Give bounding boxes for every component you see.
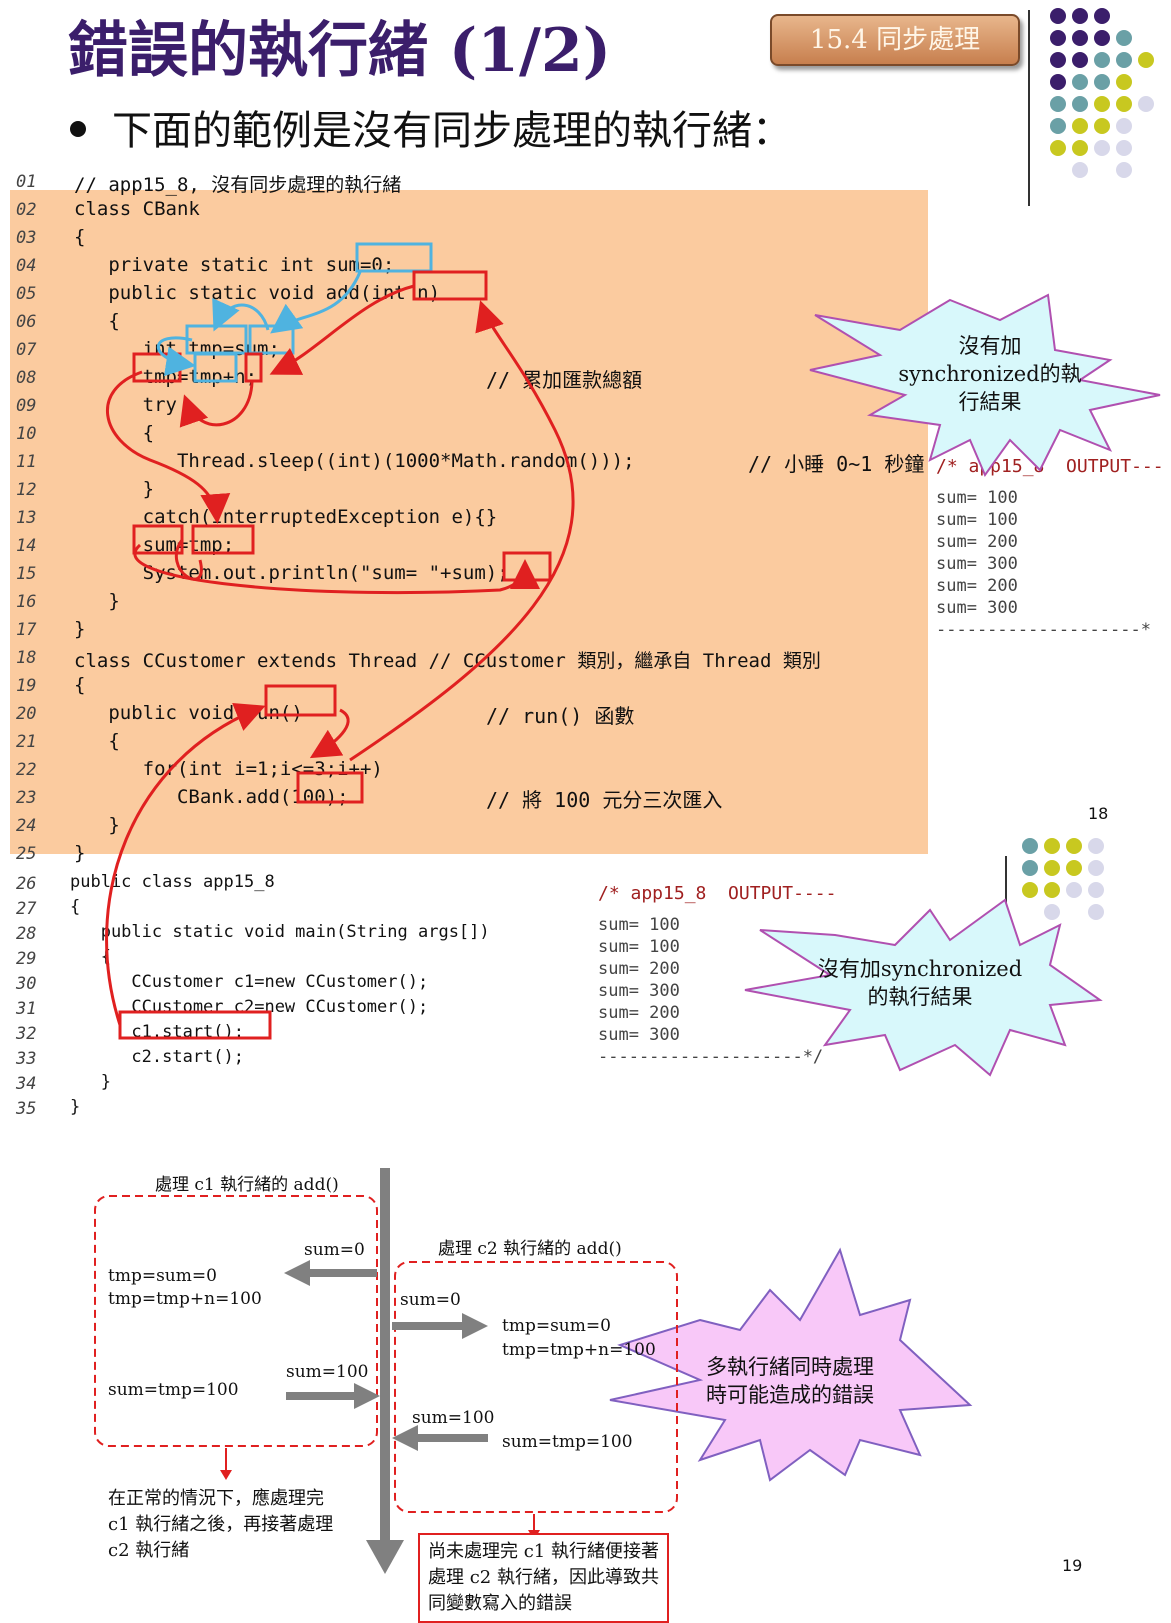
c1-step2: tmp=tmp+n=100 (108, 1289, 262, 1309)
c1-step3: sum=tmp=100 (108, 1380, 239, 1400)
burst-1-text: 沒有加 synchronized的執 行結果 (898, 334, 1082, 414)
note-normal: 在正常的情況下，應處理完 c1 執行緒之後，再接著處理 c2 執行緒 (108, 1488, 334, 1561)
c1-sum0: sum=0 (304, 1240, 365, 1260)
red-flow-arrows (105, 284, 575, 1026)
c2-sum0: sum=0 (400, 1290, 461, 1310)
note-error: 尚未處理完 c1 執行緒便接著 處理 c2 執行緒，因此導致共 同變數寫入的錯誤 (418, 1533, 669, 1623)
c1-sum100: sum=100 (286, 1362, 369, 1382)
burst-3-text: 多執行緒同時處理 時可能造成的錯誤 (706, 1355, 874, 1407)
c1-label: 處理 c1 執行緒的 add() (155, 1175, 339, 1195)
annotation-layer (94, 242, 1161, 1574)
c2-label: 處理 c2 執行緒的 add() (438, 1239, 622, 1259)
c2-step1: tmp=sum=0 (502, 1316, 611, 1336)
c2-step3: sum=tmp=100 (502, 1432, 633, 1452)
c2-sum100: sum=100 (412, 1408, 495, 1428)
red-highlight-boxes (118, 270, 552, 1040)
c1-step1: tmp=sum=0 (108, 1266, 217, 1286)
blue-flow-arrows (156, 271, 362, 377)
c2-step2: tmp=tmp+n=100 (502, 1340, 656, 1360)
burst-2-text: 沒有加synchronized 的執行結果 (817, 957, 1023, 1009)
